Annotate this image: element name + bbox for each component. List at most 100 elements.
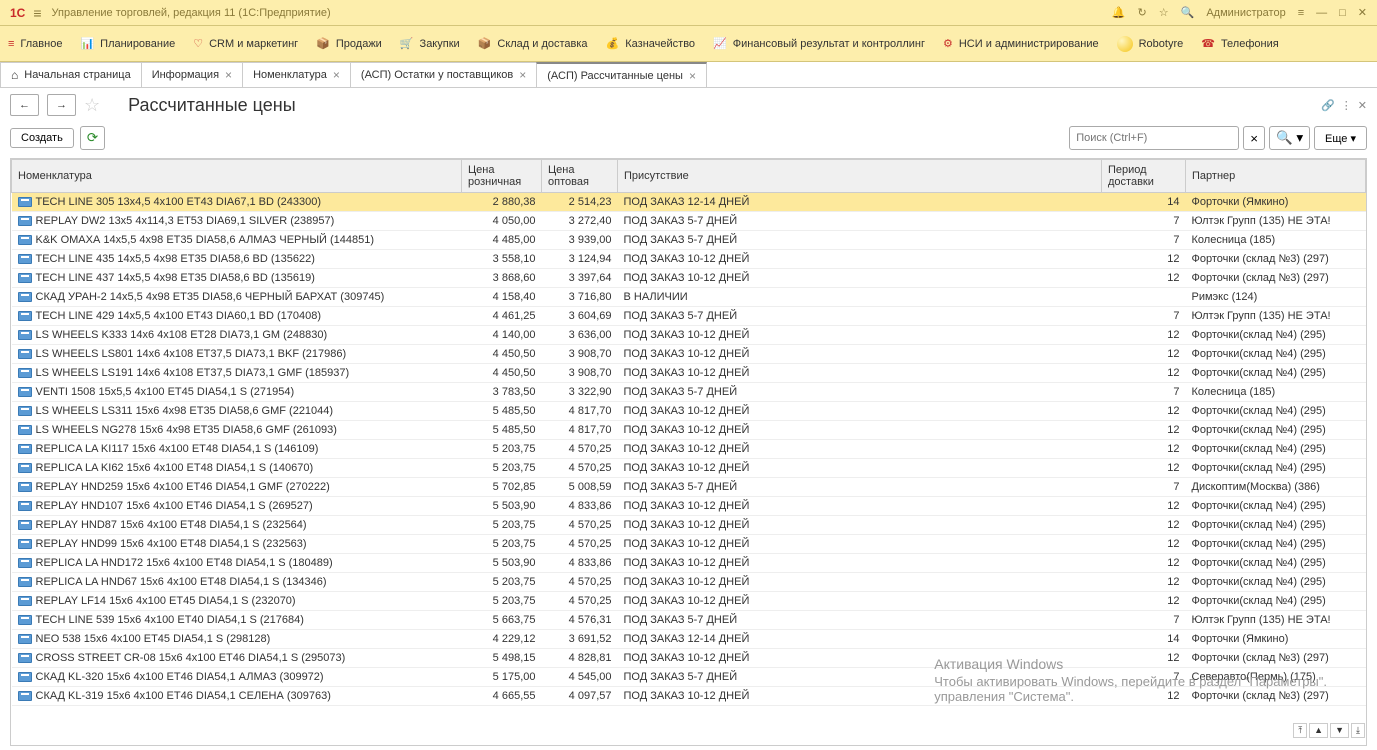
- table-row[interactable]: СКАД УРАН-2 14x5,5 4x98 ET35 DIA58,6 ЧЕР…: [12, 288, 1366, 307]
- row-icon: [18, 349, 32, 359]
- table-row[interactable]: CROSS STREET CR-08 15x6 4x100 ET46 DIA54…: [12, 649, 1366, 668]
- search-dropdown-button[interactable]: 🔍 ▾: [1269, 126, 1310, 150]
- col-retail-price[interactable]: Цена розничная: [462, 160, 542, 193]
- table-row[interactable]: TECH LINE 305 13x4,5 4x100 ET43 DIA67,1 …: [12, 193, 1366, 212]
- col-delivery[interactable]: Период доставки: [1102, 160, 1186, 193]
- create-button[interactable]: Создать: [10, 128, 74, 148]
- menu-icon-7: 📈: [713, 37, 727, 50]
- table-row[interactable]: СКАД KL-320 15x6 4x100 ET46 DIA54,1 АЛМА…: [12, 668, 1366, 687]
- more-button[interactable]: Еще ▾: [1314, 126, 1367, 150]
- table-row[interactable]: REPLAY HND107 15x6 4x100 ET46 DIA54,1 S …: [12, 497, 1366, 516]
- tab-0[interactable]: ⌂Начальная страница: [0, 62, 142, 87]
- tab-close-icon[interactable]: ×: [519, 68, 526, 82]
- table-row[interactable]: REPLAY DW2 13x5 4x114,3 ET53 DIA69,1 SIL…: [12, 212, 1366, 231]
- tab-close-icon[interactable]: ×: [333, 68, 340, 82]
- table-row[interactable]: REPLICA LA KI62 15x6 4x100 ET48 DIA54,1 …: [12, 459, 1366, 478]
- table-row[interactable]: LS WHEELS K333 14x6 4x108 ET28 DIA73,1 G…: [12, 326, 1366, 345]
- table-row[interactable]: TECH LINE 435 14x5,5 4x98 ET35 DIA58,6 B…: [12, 250, 1366, 269]
- menu-icon-3: 📦: [316, 37, 330, 50]
- bell-icon[interactable]: 🔔: [1112, 6, 1126, 19]
- table-row[interactable]: NEO 538 15x6 4x100 ET45 DIA54,1 S (29812…: [12, 630, 1366, 649]
- kebab-icon[interactable]: ⋮: [1341, 99, 1352, 112]
- menu-item-7[interactable]: 📈Финансовый результат и контроллинг: [713, 37, 925, 50]
- row-icon: [18, 235, 32, 245]
- menu-item-4[interactable]: 🛒Закупки: [400, 37, 460, 50]
- row-icon: [18, 691, 32, 701]
- table-row[interactable]: K&K ОМАХА 14x5,5 4x98 ET35 DIA58,6 АЛМАЗ…: [12, 231, 1366, 250]
- table-row[interactable]: REPLICA LA HND67 15x6 4x100 ET48 DIA54,1…: [12, 573, 1366, 592]
- table-row[interactable]: REPLICA LA KI117 15x6 4x100 ET48 DIA54,1…: [12, 440, 1366, 459]
- nav-last-icon[interactable]: ⤓: [1351, 723, 1365, 738]
- menu-item-1[interactable]: 📊Планирование: [80, 37, 175, 50]
- table-row[interactable]: LS WHEELS LS801 14x6 4x108 ET37,5 DIA73,…: [12, 345, 1366, 364]
- table-row[interactable]: LS WHEELS NG278 15x6 4x98 ET35 DIA58,6 G…: [12, 421, 1366, 440]
- nav-back-button[interactable]: ←: [10, 94, 39, 116]
- row-icon: [18, 254, 32, 264]
- table-row[interactable]: VENTI 1508 15x5,5 4x100 ET45 DIA54,1 S (…: [12, 383, 1366, 402]
- link-icon[interactable]: 🔗: [1321, 99, 1335, 112]
- col-partner[interactable]: Партнер: [1186, 160, 1366, 193]
- col-presence[interactable]: Присутствие: [618, 160, 1102, 193]
- table-nav-footer: ⤒ ▲ ▼ ⤓: [1293, 723, 1365, 738]
- tab-2[interactable]: Номенклатура×: [242, 62, 351, 87]
- row-icon: [18, 197, 32, 207]
- menu-item-0[interactable]: ≡Главное: [8, 38, 62, 50]
- menu-item-6[interactable]: 💰Казначейство: [606, 37, 695, 50]
- nav-first-icon[interactable]: ⤒: [1293, 723, 1307, 738]
- tab-3[interactable]: (АСП) Остатки у поставщиков×: [350, 62, 537, 87]
- table-row[interactable]: TECH LINE 539 15x6 4x100 ET40 DIA54,1 S …: [12, 611, 1366, 630]
- row-icon: [18, 577, 32, 587]
- row-icon: [18, 482, 32, 492]
- row-icon: [18, 216, 32, 226]
- nav-up-icon[interactable]: ▲: [1309, 723, 1328, 738]
- tab-1[interactable]: Информация×: [141, 62, 243, 87]
- minimize-icon[interactable]: —: [1316, 7, 1327, 19]
- table-row[interactable]: REPLAY HND87 15x6 4x100 ET48 DIA54,1 S (…: [12, 516, 1366, 535]
- refresh-button[interactable]: ⟳: [80, 126, 105, 150]
- data-table-container[interactable]: Номенклатура Цена розничная Цена оптовая…: [10, 158, 1367, 746]
- menu-item-3[interactable]: 📦Продажи: [316, 37, 382, 50]
- menu-item-10[interactable]: ☎Телефония: [1201, 37, 1278, 50]
- menu-item-9[interactable]: Robotyre: [1117, 36, 1184, 52]
- menu-item-5[interactable]: 📦Склад и доставка: [478, 37, 588, 50]
- table-row[interactable]: REPLICA LA HND172 15x6 4x100 ET48 DIA54,…: [12, 554, 1366, 573]
- row-icon: [18, 520, 32, 530]
- row-icon: [18, 501, 32, 511]
- clear-search-button[interactable]: ×: [1243, 126, 1265, 150]
- robotyre-icon: [1117, 36, 1133, 52]
- search-input[interactable]: [1069, 126, 1239, 150]
- maximize-icon[interactable]: □: [1339, 7, 1346, 19]
- app-header: 1C ≡ Управление торговлей, редакция 11 (…: [0, 0, 1377, 26]
- history-icon[interactable]: ↻: [1138, 6, 1147, 19]
- table-row[interactable]: REPLAY HND99 15x6 4x100 ET48 DIA54,1 S (…: [12, 535, 1366, 554]
- table-row[interactable]: TECH LINE 429 14x5,5 4x100 ET43 DIA60,1 …: [12, 307, 1366, 326]
- table-row[interactable]: LS WHEELS LS191 14x6 4x108 ET37,5 DIA73,…: [12, 364, 1366, 383]
- col-nomenclature[interactable]: Номенклатура: [12, 160, 462, 193]
- row-icon: [18, 463, 32, 473]
- tab-close-icon[interactable]: ×: [225, 68, 232, 82]
- table-row[interactable]: REPLAY LF14 15x6 4x100 ET45 DIA54,1 S (2…: [12, 592, 1366, 611]
- menu-item-2[interactable]: ♡CRM и маркетинг: [193, 37, 298, 50]
- user-label[interactable]: Администратор: [1206, 7, 1285, 19]
- row-icon: [18, 539, 32, 549]
- search-icon[interactable]: 🔍: [1181, 6, 1195, 19]
- star-icon[interactable]: ☆: [1159, 6, 1169, 19]
- home-icon: ⌂: [11, 68, 18, 82]
- menu-item-8[interactable]: ⚙НСИ и администрирование: [943, 37, 1099, 50]
- close-window-icon[interactable]: ✕: [1358, 6, 1367, 19]
- menu-icon-5: 📦: [478, 37, 492, 50]
- table-row[interactable]: TECH LINE 437 14x5,5 4x98 ET35 DIA58,6 B…: [12, 269, 1366, 288]
- nav-forward-button[interactable]: →: [47, 94, 76, 116]
- table-row[interactable]: REPLAY HND259 15x6 4x100 ET46 DIA54,1 GM…: [12, 478, 1366, 497]
- menu-toggle-icon[interactable]: ≡: [33, 5, 41, 21]
- col-wholesale-price[interactable]: Цена оптовая: [542, 160, 618, 193]
- tab-4[interactable]: (АСП) Рассчитанные цены×: [536, 62, 707, 87]
- tab-close-icon[interactable]: ×: [689, 69, 696, 83]
- nav-down-icon[interactable]: ▼: [1330, 723, 1349, 738]
- triple-bar-icon[interactable]: ≡: [1298, 7, 1304, 19]
- row-icon: [18, 330, 32, 340]
- favorite-star-icon[interactable]: ☆: [84, 95, 100, 116]
- close-page-icon[interactable]: ✕: [1358, 99, 1367, 112]
- table-row[interactable]: LS WHEELS LS311 15x6 4x98 ET35 DIA58,6 G…: [12, 402, 1366, 421]
- table-row[interactable]: СКАД KL-319 15x6 4x100 ET46 DIA54,1 СЕЛЕ…: [12, 687, 1366, 706]
